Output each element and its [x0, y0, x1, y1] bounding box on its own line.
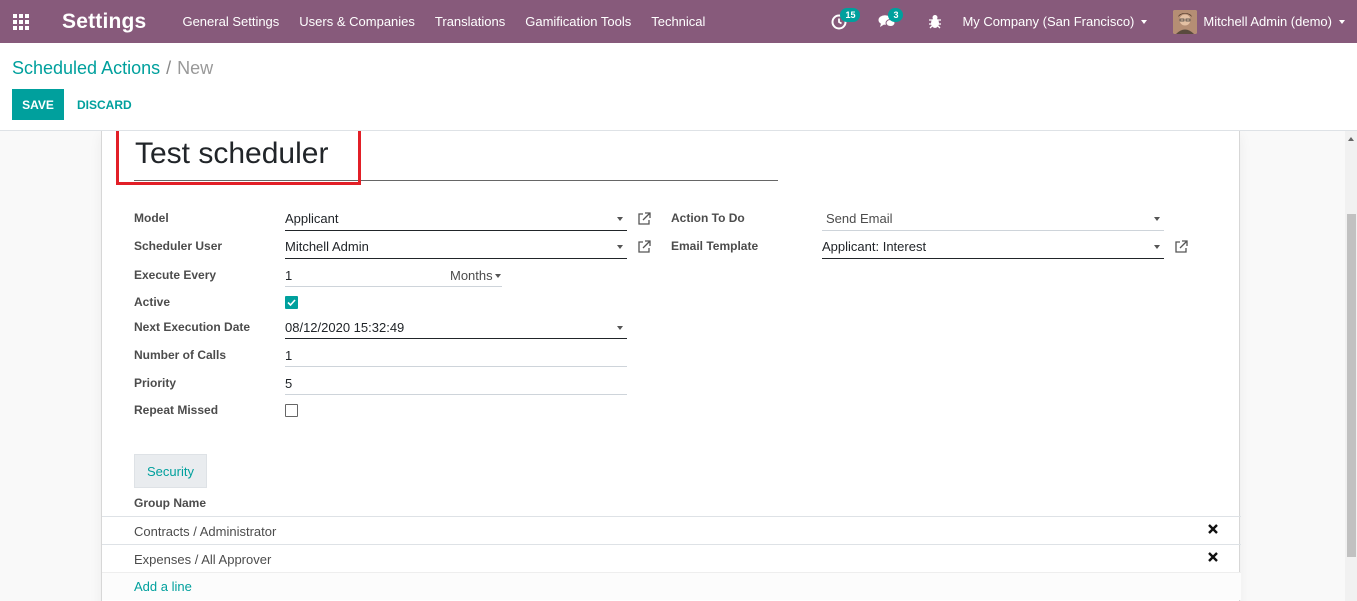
- email-template-select[interactable]: Applicant: Interest: [822, 237, 1164, 259]
- app-title: Settings: [62, 9, 147, 33]
- model-label: Model: [134, 211, 169, 225]
- chevron-down-icon: [1141, 19, 1148, 24]
- external-link-icon[interactable]: [637, 240, 651, 254]
- user-name: Mitchell Admin (demo): [1203, 14, 1332, 29]
- save-button[interactable]: SAVE: [12, 89, 64, 120]
- table-row[interactable]: Expenses / All Approver: [102, 544, 1241, 572]
- next-execution-date-label: Next Execution Date: [134, 320, 251, 334]
- number-of-calls-value: 1: [285, 348, 293, 363]
- breadcrumb-current: New: [177, 58, 214, 78]
- execute-every-value: 1: [285, 268, 293, 283]
- company-switcher[interactable]: My Company (San Francisco): [962, 14, 1148, 29]
- activity-count-badge: 15: [840, 7, 861, 22]
- add-a-line-link[interactable]: Add a line: [134, 579, 192, 594]
- interval-unit-select[interactable]: Months: [448, 266, 502, 287]
- active-checkbox[interactable]: [285, 296, 298, 309]
- email-template-label: Email Template: [671, 239, 759, 253]
- discard-button[interactable]: DISCARD: [77, 89, 132, 120]
- group-name-column-header: Group Name: [134, 496, 207, 510]
- scroll-up-arrow-icon[interactable]: [1348, 137, 1354, 141]
- next-execution-date-value: 08/12/2020 15:32:49: [285, 320, 405, 335]
- menu-general-settings[interactable]: General Settings: [182, 14, 279, 29]
- vertical-scrollbar[interactable]: [1345, 131, 1357, 601]
- group-name-cell: Contracts / Administrator: [134, 524, 277, 539]
- priority-input[interactable]: 5: [285, 374, 627, 395]
- repeat-missed-checkbox[interactable]: [285, 404, 298, 417]
- user-menu[interactable]: Mitchell Admin (demo): [1173, 9, 1345, 34]
- tab-security[interactable]: Security: [134, 454, 207, 488]
- dropdown-arrow-icon: [495, 274, 501, 278]
- action-to-do-value: Send Email: [826, 211, 893, 226]
- top-navbar: Settings General Settings Users & Compan…: [0, 0, 1357, 43]
- priority-label: Priority: [134, 376, 177, 390]
- company-name: My Company (San Francisco): [962, 14, 1135, 29]
- scheduler-user-select[interactable]: Mitchell Admin: [285, 237, 627, 259]
- add-line-row: [102, 572, 1241, 600]
- control-panel: Scheduled Actions / New SAVE DISCARD: [0, 43, 1357, 131]
- menu-gamification-tools[interactable]: Gamification Tools: [525, 14, 631, 29]
- dropdown-arrow-icon: [617, 217, 623, 221]
- delete-row-icon[interactable]: [1207, 523, 1219, 535]
- dropdown-arrow-icon: [617, 326, 623, 330]
- dropdown-arrow-icon: [1154, 245, 1160, 249]
- delete-row-icon[interactable]: [1207, 551, 1219, 563]
- main-menu: General Settings Users & Companies Trans…: [182, 14, 725, 29]
- email-template-value: Applicant: Interest: [822, 239, 927, 254]
- debug-button[interactable]: [924, 12, 946, 32]
- repeat-missed-label: Repeat Missed: [134, 403, 219, 417]
- scheduler-user-label: Scheduler User: [134, 239, 223, 253]
- dropdown-arrow-icon: [617, 245, 623, 249]
- messages-count-badge: 3: [888, 7, 904, 22]
- action-to-do-label: Action To Do: [671, 211, 745, 225]
- menu-technical[interactable]: Technical: [651, 14, 705, 29]
- breadcrumb-separator: /: [166, 58, 172, 78]
- model-select[interactable]: Applicant: [285, 209, 627, 231]
- active-label: Active: [134, 295, 171, 309]
- avatar: [1173, 9, 1198, 34]
- menu-users-companies[interactable]: Users & Companies: [299, 14, 415, 29]
- group-name-cell: Expenses / All Approver: [134, 552, 272, 567]
- interval-unit-value: Months: [450, 268, 493, 283]
- table-row[interactable]: Contracts / Administrator: [102, 516, 1241, 544]
- breadcrumb-scheduled-actions[interactable]: Scheduled Actions: [12, 58, 160, 78]
- external-link-icon[interactable]: [1174, 240, 1188, 254]
- number-of-calls-input[interactable]: 1: [285, 346, 627, 367]
- dropdown-arrow-icon: [1154, 217, 1160, 221]
- menu-translations[interactable]: Translations: [435, 14, 505, 29]
- systray: 15 3 My Company (San Francisco) Mitchell…: [828, 0, 1357, 43]
- activity-button[interactable]: 15: [828, 7, 861, 32]
- chevron-down-icon: [1339, 19, 1345, 24]
- next-execution-date-input[interactable]: 08/12/2020 15:32:49: [285, 318, 627, 339]
- scroll-thumb[interactable]: [1347, 214, 1356, 557]
- breadcrumb: Scheduled Actions / New: [12, 58, 213, 79]
- messages-button[interactable]: 3: [876, 7, 904, 32]
- number-of-calls-label: Number of Calls: [134, 348, 227, 362]
- highlight-box: [116, 131, 361, 185]
- priority-value: 5: [285, 376, 293, 391]
- scheduler-user-value: Mitchell Admin: [285, 239, 369, 254]
- apps-menu-icon[interactable]: [0, 0, 42, 43]
- check-icon: [287, 299, 296, 307]
- external-link-icon[interactable]: [637, 212, 651, 226]
- bug-icon: [929, 15, 942, 29]
- form-sheet: Test scheduler Model Scheduler User Exec…: [101, 131, 1241, 601]
- action-to-do-select[interactable]: Send Email: [822, 209, 1164, 231]
- model-value: Applicant: [285, 211, 339, 226]
- execute-every-label: Execute Every: [134, 268, 217, 282]
- form-view: Test scheduler Model Scheduler User Exec…: [0, 131, 1345, 601]
